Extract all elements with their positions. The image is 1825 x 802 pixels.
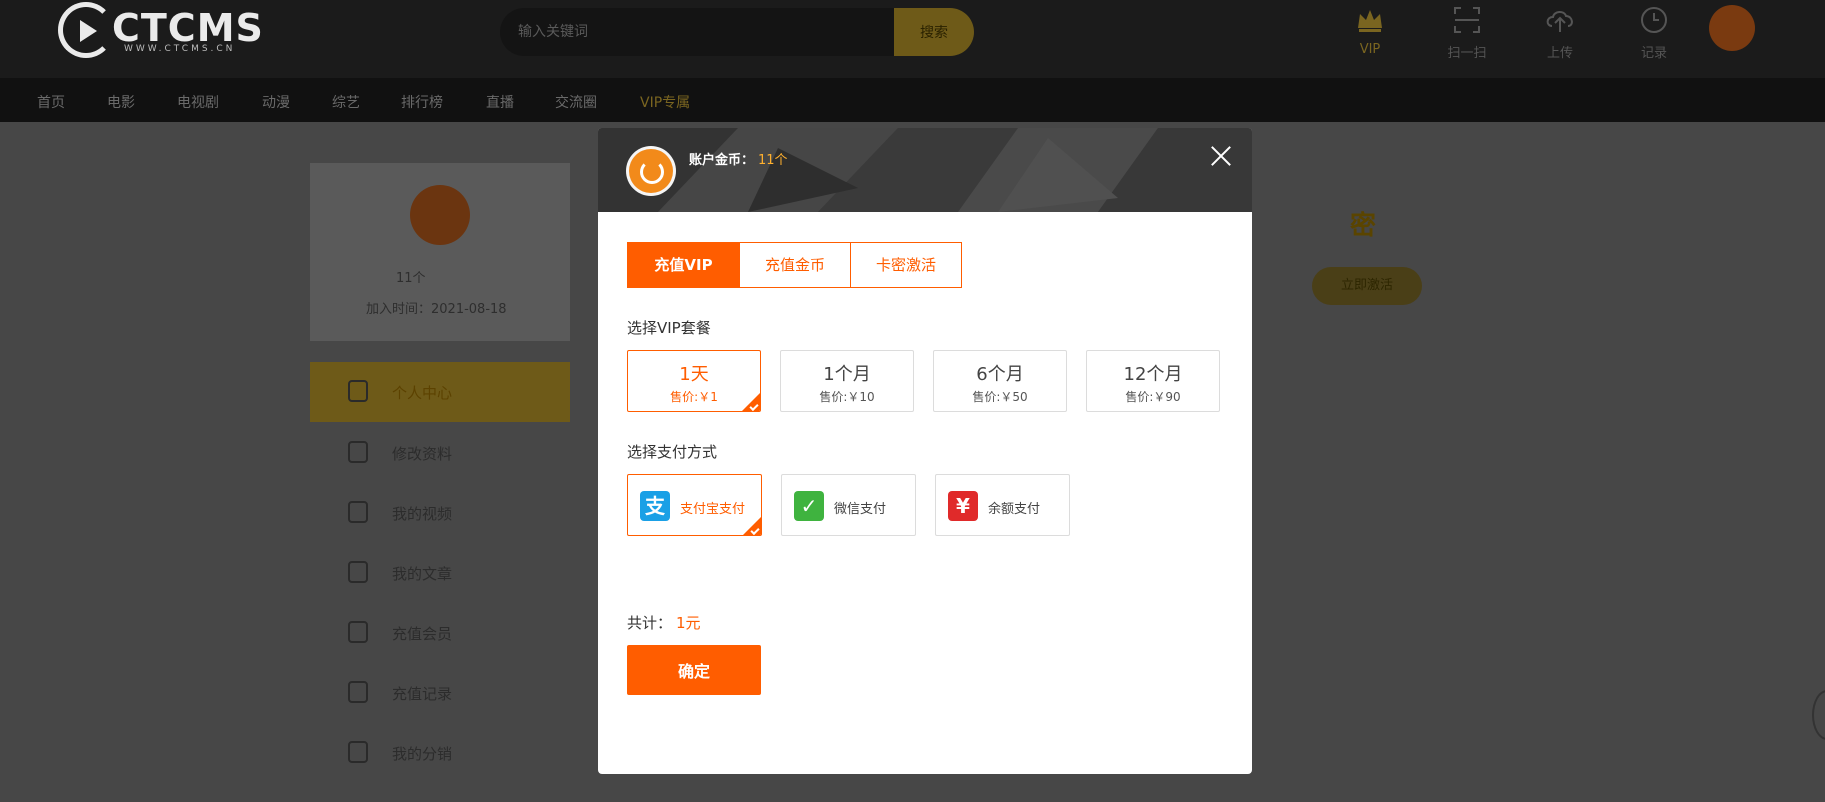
document-icon <box>348 561 368 583</box>
plan-option-12-months[interactable]: 12个月 售价:￥90 <box>1086 350 1220 412</box>
sidebar-item-label: 我的分销 <box>392 745 453 763</box>
coin-balance-label: 账户金币： <box>689 153 755 168</box>
record-icon <box>348 681 368 703</box>
total-label: 共计： <box>627 614 673 632</box>
sidebar-item-my-distribution[interactable]: 我的分销 <box>348 741 568 765</box>
floating-widget-icon[interactable] <box>1812 690 1825 740</box>
upload-icon <box>1546 11 1573 32</box>
nav-vip[interactable]: VIP专属 <box>640 92 690 112</box>
profile-coins: 11个 <box>396 271 426 286</box>
activate-now-button[interactable]: 立即激活 <box>1312 267 1422 305</box>
vip-tool-label: VIP <box>1359 42 1381 57</box>
nav-ranking[interactable]: 排行榜 <box>401 92 443 112</box>
payment-label: 支付宝支付 <box>680 502 746 517</box>
nav-community[interactable]: 交流圈 <box>555 92 597 112</box>
payment-section-title: 选择支付方式 <box>627 443 718 461</box>
confirm-button[interactable]: 确定 <box>627 645 761 695</box>
clock-icon <box>1641 7 1667 33</box>
crown-icon <box>1358 10 1382 32</box>
payment-option-alipay[interactable]: 支 支付宝支付 <box>627 474 762 536</box>
recharge-tabs: 充值VIP 充值金币 卡密激活 <box>627 242 962 288</box>
user-edit-icon <box>348 441 368 463</box>
nav-movies[interactable]: 电影 <box>107 92 135 112</box>
total-value: 1元 <box>676 614 701 632</box>
close-icon[interactable] <box>1210 145 1232 167</box>
modal-avatar <box>626 146 676 196</box>
nav-anime[interactable]: 动漫 <box>262 92 290 112</box>
video-user-icon <box>348 501 368 523</box>
logo-subtext: WWW.CTCMS.CN <box>124 44 236 54</box>
top-header: CTCMS WWW.CTCMS.CN 搜索 VIP 扫一扫 上传 记录 <box>0 0 1825 78</box>
nav-variety[interactable]: 综艺 <box>332 92 360 112</box>
nav-home[interactable]: 首页 <box>37 92 65 112</box>
plan-name: 6个月 <box>976 364 1024 385</box>
sidebar-item-label: 个人中心 <box>392 384 453 402</box>
sidebar-item-recharge-vip[interactable]: 充值会员 <box>348 621 568 645</box>
tab-recharge-vip[interactable]: 充值VIP <box>628 243 739 287</box>
sidebar-item-my-videos[interactable]: 我的视频 <box>348 501 568 525</box>
sidebar-item-edit-profile[interactable]: 修改资料 <box>348 441 568 465</box>
plan-name: 12个月 <box>1123 364 1183 385</box>
sidebar-item-label: 充值记录 <box>392 685 453 703</box>
wechat-icon: ✓ <box>794 491 824 521</box>
plan-price: 售价:￥90 <box>1125 390 1181 404</box>
payment-option-wechat[interactable]: ✓ 微信支付 <box>781 474 916 536</box>
sidebar-item-label: 我的视频 <box>392 505 453 523</box>
history-tool-label: 记录 <box>1640 46 1667 61</box>
plan-price: 售价:￥10 <box>819 390 875 404</box>
recharge-modal: 账户金币： 11个 充值VIP 充值金币 卡密激活 选择VIP套餐 1天 售价:… <box>598 128 1252 774</box>
vip-tool[interactable]: VIP <box>1335 4 1405 60</box>
scan-tool-label: 扫一扫 <box>1447 46 1487 61</box>
scan-icon <box>1454 7 1480 33</box>
search-input[interactable] <box>500 8 895 56</box>
alipay-icon: 支 <box>640 491 670 521</box>
sidebar-item-label: 我的文章 <box>392 565 453 583</box>
tab-card-activation[interactable]: 卡密激活 <box>850 243 961 287</box>
site-logo[interactable]: CTCMS WWW.CTCMS.CN <box>58 2 263 58</box>
header-background-pattern <box>598 128 1252 212</box>
plan-section-title: 选择VIP套餐 <box>627 319 711 337</box>
payment-label: 余额支付 <box>988 502 1041 517</box>
tab-recharge-coins[interactable]: 充值金币 <box>739 243 850 287</box>
sidebar-item-center[interactable]: 个人中心 <box>348 380 568 404</box>
user-avatar[interactable] <box>1709 5 1755 51</box>
user-icon <box>348 380 368 402</box>
sidebar-item-label: 修改资料 <box>392 445 453 463</box>
share-network-icon <box>348 741 368 763</box>
nav-tv[interactable]: 电视剧 <box>177 92 219 112</box>
plan-option-1-month[interactable]: 1个月 售价:￥10 <box>780 350 914 412</box>
upload-tool[interactable]: 上传 <box>1525 4 1595 61</box>
coin-balance-value: 11个 <box>758 153 788 168</box>
plan-option-6-months[interactable]: 6个月 售价:￥50 <box>933 350 1067 412</box>
panel-title: 密 <box>1350 211 1377 241</box>
history-tool[interactable]: 记录 <box>1619 4 1689 61</box>
profile-avatar <box>410 185 470 245</box>
recharge-icon <box>348 621 368 643</box>
plan-price: 售价:￥50 <box>972 390 1028 404</box>
play-logo-icon <box>58 2 114 58</box>
search-button[interactable]: 搜索 <box>894 8 974 56</box>
upload-tool-label: 上传 <box>1546 46 1573 61</box>
plan-option-1-day[interactable]: 1天 售价:￥1 <box>627 350 761 412</box>
sidebar-item-my-articles[interactable]: 我的文章 <box>348 561 568 585</box>
sidebar-item-label: 充值会员 <box>392 625 453 643</box>
payment-option-balance[interactable]: ¥ 余额支付 <box>935 474 1070 536</box>
payment-label: 微信支付 <box>834 502 887 517</box>
plan-price: 售价:￥1 <box>670 390 718 404</box>
modal-header: 账户金币： 11个 <box>598 128 1252 212</box>
scan-tool[interactable]: 扫一扫 <box>1432 4 1502 61</box>
nav-live[interactable]: 直播 <box>486 92 514 112</box>
plan-name: 1天 <box>679 364 709 385</box>
sidebar-item-recharge-history[interactable]: 充值记录 <box>348 681 568 705</box>
balance-icon: ¥ <box>948 491 978 521</box>
user-profile-card: 11个 加入时间：2021-08-18 <box>310 163 570 341</box>
plan-name: 1个月 <box>823 364 871 385</box>
main-nav: 首页 电影 电视剧 动漫 综艺 排行榜 直播 交流圈 VIP专属 <box>0 78 1825 122</box>
profile-join-date: 加入时间：2021-08-18 <box>366 302 507 317</box>
